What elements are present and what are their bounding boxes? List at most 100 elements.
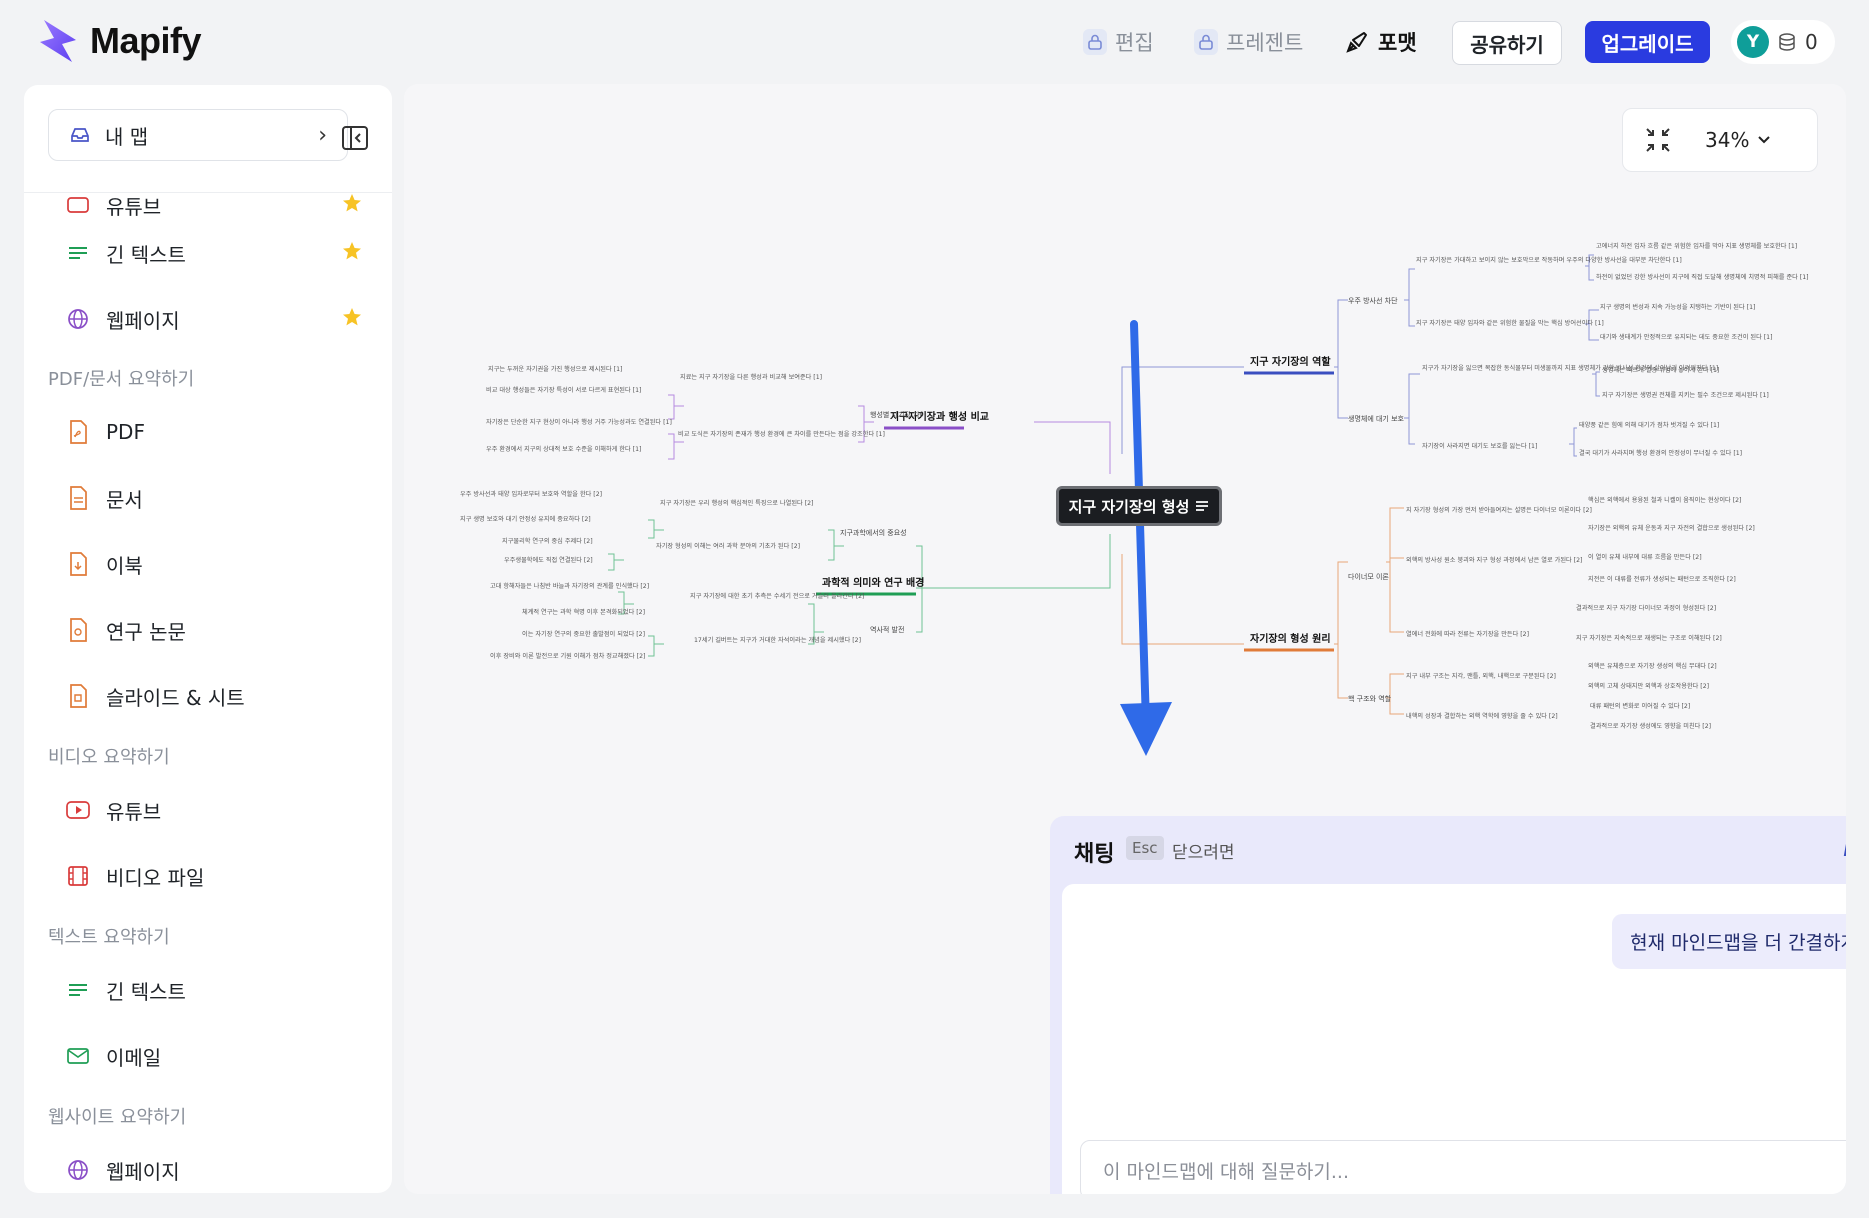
section-text: 텍스트 요약하기 (48, 927, 170, 948)
mindmap-leaf[interactable]: 지구 자기장은 우리 행성의 핵심적인 특징으로 나열된다 [2] (660, 499, 813, 507)
mindmap-leaf[interactable]: 지구는 두꺼운 자기권을 가진 행성으로 제시된다 [1] (488, 365, 622, 373)
sidebar-item-webpage[interactable]: 웹페이지 (66, 1150, 376, 1190)
mindmap-leaf[interactable]: 17세기 길버트는 지구가 거대한 자석이라는 개념을 제시했다 [2] (694, 636, 861, 644)
format-button[interactable]: 포맷 (1344, 22, 1417, 62)
bolt-logo-icon (40, 20, 76, 62)
mindmap-leaf[interactable]: 지구 자기장은 생명권 전체를 지키는 필수 조건으로 제시된다 [1] (1602, 391, 1769, 399)
star-icon[interactable] (342, 307, 362, 332)
fit-view-button[interactable] (1623, 127, 1693, 153)
app-logo[interactable]: Mapify (34, 18, 202, 64)
mindmap-leaf[interactable]: 지구물리학 연구의 중심 주제다 [2] (502, 537, 593, 545)
mindmap-leaf[interactable]: 이 열이 유체 내부에 대류 흐름을 만든다 [2] (1588, 553, 1702, 561)
mindmap-leaf[interactable]: 자기장이 사라지면 대기도 보호를 잃는다 [1] (1422, 442, 1537, 450)
chat-toolbar (1839, 832, 1846, 858)
globe-icon (66, 307, 90, 331)
sidebar-item-long-text-2[interactable]: 긴 텍스트 (66, 970, 376, 1010)
sidebar-item-label: 이메일 (106, 1045, 162, 1070)
sidebar-item-label: PDF (106, 420, 145, 444)
sidebar-item-webpage-fav[interactable]: 웹페이지 (66, 299, 376, 339)
sidebar-collapse-icon[interactable] (340, 123, 370, 153)
mindmap-leaf[interactable]: 우주 환경에서 지구의 상대적 보호 수준을 이해하게 한다 [1] (486, 445, 641, 453)
mindmap-leaf[interactable]: 핵심은 외핵에서 용융된 철과 니켈이 움직이는 현상이다 [2] (1588, 496, 1741, 504)
mindmap-canvas[interactable]: 지구 자기장의 역할 자기장의 형성 원리 지구자기장과 행성 비교 과학적 의… (404, 84, 1846, 1194)
mindmap-leaf[interactable]: 고에너지 하전 입자 흐름 같은 위험한 입자를 막아 지표 생명체를 보호한다… (1596, 242, 1797, 250)
mindmap-leaf[interactable]: 태양풍 같은 힘에 의해 대기가 점차 벗겨질 수 있다 [1] (1579, 421, 1719, 429)
my-map-button[interactable]: 내 맵 › (48, 109, 348, 161)
sidebar-scroll[interactable]: 유튜브 긴 텍스트 웹페이지 PDF/문서 요약하기 PDF 문서 이북 연구 … (24, 193, 392, 1193)
esc-key-badge: Esc (1126, 836, 1164, 860)
mindmap-leaf[interactable]: 내핵의 성장과 결합하는 외핵 역학에 영향을 줄 수 있다 [2] (1406, 712, 1558, 720)
mindmap-leaf[interactable]: 지구 자기장은 태양 입자와 같은 위험한 물질을 막는 핵심 방어선이다 [1… (1416, 319, 1604, 327)
brush-icon (1346, 32, 1367, 53)
sidebar-item-youtube-partial[interactable]: 유튜브 (66, 193, 376, 225)
collapse-arrows-icon (1646, 128, 1670, 152)
sidebar-item-email[interactable]: 이메일 (66, 1036, 376, 1076)
mindmap-leaf[interactable]: 지구 생명 보호와 대기 안정성 유지에 중요하다 [2] (460, 515, 591, 523)
mindmap-leaf[interactable]: 이후 장비와 이론 발전으로 기원 이해가 점차 정교해졌다 [2] (490, 652, 645, 660)
mindmap-leaf[interactable]: 열에너 전화에 따라 전류는 자기장을 만든다 [2] (1406, 630, 1529, 638)
chat-panel: 채팅 Esc 닫으려면 현재 마인드맵을 더 간결하게 만드세요. 이 마인드맵… (1050, 816, 1846, 1194)
mindmap-leaf[interactable]: 지전은 이 대류를 전류가 생성되는 패턴으로 조직한다 [2] (1588, 575, 1736, 583)
pdf-file-icon (66, 420, 90, 444)
zoom-dropdown[interactable]: 34% (1705, 128, 1771, 152)
mindmap-leaf[interactable]: 지구 생명의 번성과 지속 가능성을 지탱하는 기반이 된다 [1] (1600, 303, 1755, 311)
mindmap-leaf[interactable]: 고대 항해자들은 나침반 바늘과 자기장의 관계를 인식했다 [2] (490, 582, 649, 590)
mindmap-leaf[interactable]: 결국 대기가 사라지며 행성 환경의 안정성이 무너질 수 있다 [1] (1579, 449, 1742, 457)
mindmap-leaf[interactable]: 결과적으로 자기장 생성에도 영향을 미친다 [2] (1590, 722, 1711, 730)
lines-icon (66, 978, 90, 1002)
mindmap-leaf[interactable]: 생명체는 빠르게 멸종 위험에 놓이게 된다 [1] (1602, 366, 1719, 374)
youtube-icon (66, 798, 90, 822)
mindmap-leaf[interactable]: 외핵은 유체층으로 자기장 생성의 핵심 무대다 [2] (1588, 662, 1717, 670)
mindmap-leaf[interactable]: 비교 도식은 자기장의 존재가 행성 환경에 큰 차이를 만든다는 점을 강조한… (678, 430, 885, 438)
my-map-label: 내 맵 (105, 124, 149, 149)
center-node-label: 지구 자기장의 형성 (1068, 497, 1190, 516)
center-node[interactable]: 지구 자기장의 형성 (1056, 486, 1222, 526)
mindmap-leaf[interactable]: 지 자기장 형성의 가장 먼저 받아들여지는 설명은 다이너모 이론이다 [2] (1406, 506, 1592, 514)
sidebar-item-ebook[interactable]: 이북 (66, 544, 376, 584)
sidebar-item-youtube[interactable]: 유튜브 (66, 790, 376, 830)
mindmap-leaf[interactable]: 지구 내부 구조는 지각, 맨틀, 외핵, 내핵으로 구분된다 [2] (1406, 672, 1556, 680)
user-pill[interactable]: Y 0 (1731, 20, 1835, 64)
share-button[interactable]: 공유하기 (1452, 21, 1562, 65)
mindmap-leaf[interactable]: 자기장 형성의 이해는 여러 과학 분야의 기초가 된다 [2] (656, 542, 800, 550)
mindmap-leaf[interactable]: 자기장은 외핵의 유체 운동과 지구 자전의 결합으로 생성된다 [2] (1588, 524, 1755, 532)
sub-label: 지구과학에서의 중요성 (840, 528, 907, 537)
mindmap-leaf[interactable]: 비교 대상 행성들은 자기장 특성이 서로 다르게 표현된다 [1] (486, 386, 641, 394)
credit-count: 0 (1805, 30, 1818, 54)
avatar[interactable]: Y (1737, 26, 1769, 58)
mindmap-leaf[interactable]: 지료는 지구 자기장을 다른 행성과 비교해 보여준다 [1] (680, 373, 822, 381)
chat-input[interactable]: 이 마인드맵에 대해 질문하기... (1080, 1140, 1846, 1194)
mindmap-leaf[interactable]: 이는 자기장 연구의 중요한 출발점이 되었다 [2] (522, 630, 645, 638)
mindmap-leaf[interactable]: 지구 자기장은 지속적으로 재생되는 구조로 이해된다 [2] (1576, 634, 1722, 642)
sidebar-item-pdf[interactable]: PDF (66, 412, 376, 452)
mindmap-leaf[interactable]: 대류 패턴의 변화로 이어질 수 있다 [2] (1590, 702, 1690, 710)
mindmap-leaf[interactable]: 체계적 연구는 과학 혁명 이후 본격화되었다 [2] (522, 608, 645, 616)
mindmap-leaf[interactable]: 우주 방사선과 태양 입자로부터 보호와 역할을 한다 [2] (460, 490, 602, 498)
star-icon[interactable] (342, 241, 362, 266)
mindmap-leaf[interactable]: 지구 자기장에 대한 초기 추측은 수세기 전으로 거슬러 올라간다 [2] (690, 592, 864, 600)
document-icon (66, 486, 90, 510)
mindmap-leaf[interactable]: 외핵의 방사성 원소 붕괴와 지구 형성 과정에서 남은 열로 가된다 [2] (1406, 556, 1582, 564)
sidebar-item-label: 긴 텍스트 (106, 979, 186, 1004)
sidebar-item-video-file[interactable]: 비디오 파일 (66, 856, 376, 896)
edit-button[interactable]: 편집 (1083, 22, 1154, 62)
star-icon[interactable] (342, 193, 362, 218)
mindmap-leaf[interactable]: 자기장은 단순한 지구 현상이 아니라 행성 거주 가능성과도 연결된다 [1] (486, 418, 672, 426)
sidebar-item-research-paper[interactable]: 연구 논문 (66, 610, 376, 650)
mindmap-leaf[interactable]: 외핵의 고체 상태지만 외핵과 상호작용한다 [2] (1588, 682, 1709, 690)
upgrade-button[interactable]: 업그레이드 (1585, 21, 1710, 63)
sidebar-item-label: 슬라이드 & 시트 (106, 685, 245, 710)
clear-chat-broom-icon[interactable] (1839, 832, 1846, 858)
slides-icon (66, 684, 90, 708)
mindmap-leaf[interactable]: 지구 자기장은 가대하고 보이지 않는 보호막으로 작동하며 우주의 다양한 방… (1416, 256, 1682, 264)
mindmap-leaf[interactable]: 결과적으로 지구 자기장 다이너모 과정이 형성된다 [2] (1576, 604, 1716, 612)
sidebar-item-label: 연구 논문 (106, 619, 186, 644)
sidebar-item-label: 긴 텍스트 (106, 242, 186, 267)
present-button[interactable]: 프레젠트 (1194, 22, 1303, 62)
mindmap-leaf[interactable]: 우주생물학에도 직접 연결된다 [2] (504, 556, 593, 564)
sidebar-item-long-text[interactable]: 긴 텍스트 (66, 233, 376, 273)
mindmap-leaf[interactable]: 하전이 없었던 강한 방사선이 지구에 직접 도달해 생명체에 치명적 피해를 … (1596, 273, 1809, 281)
sidebar-item-slides[interactable]: 슬라이드 & 시트 (66, 676, 376, 716)
mindmap-leaf[interactable]: 대기와 생태계가 안정적으로 유지되는 데도 중요한 조건이 된다 [1] (1600, 333, 1773, 341)
sidebar-item-document[interactable]: 문서 (66, 478, 376, 518)
